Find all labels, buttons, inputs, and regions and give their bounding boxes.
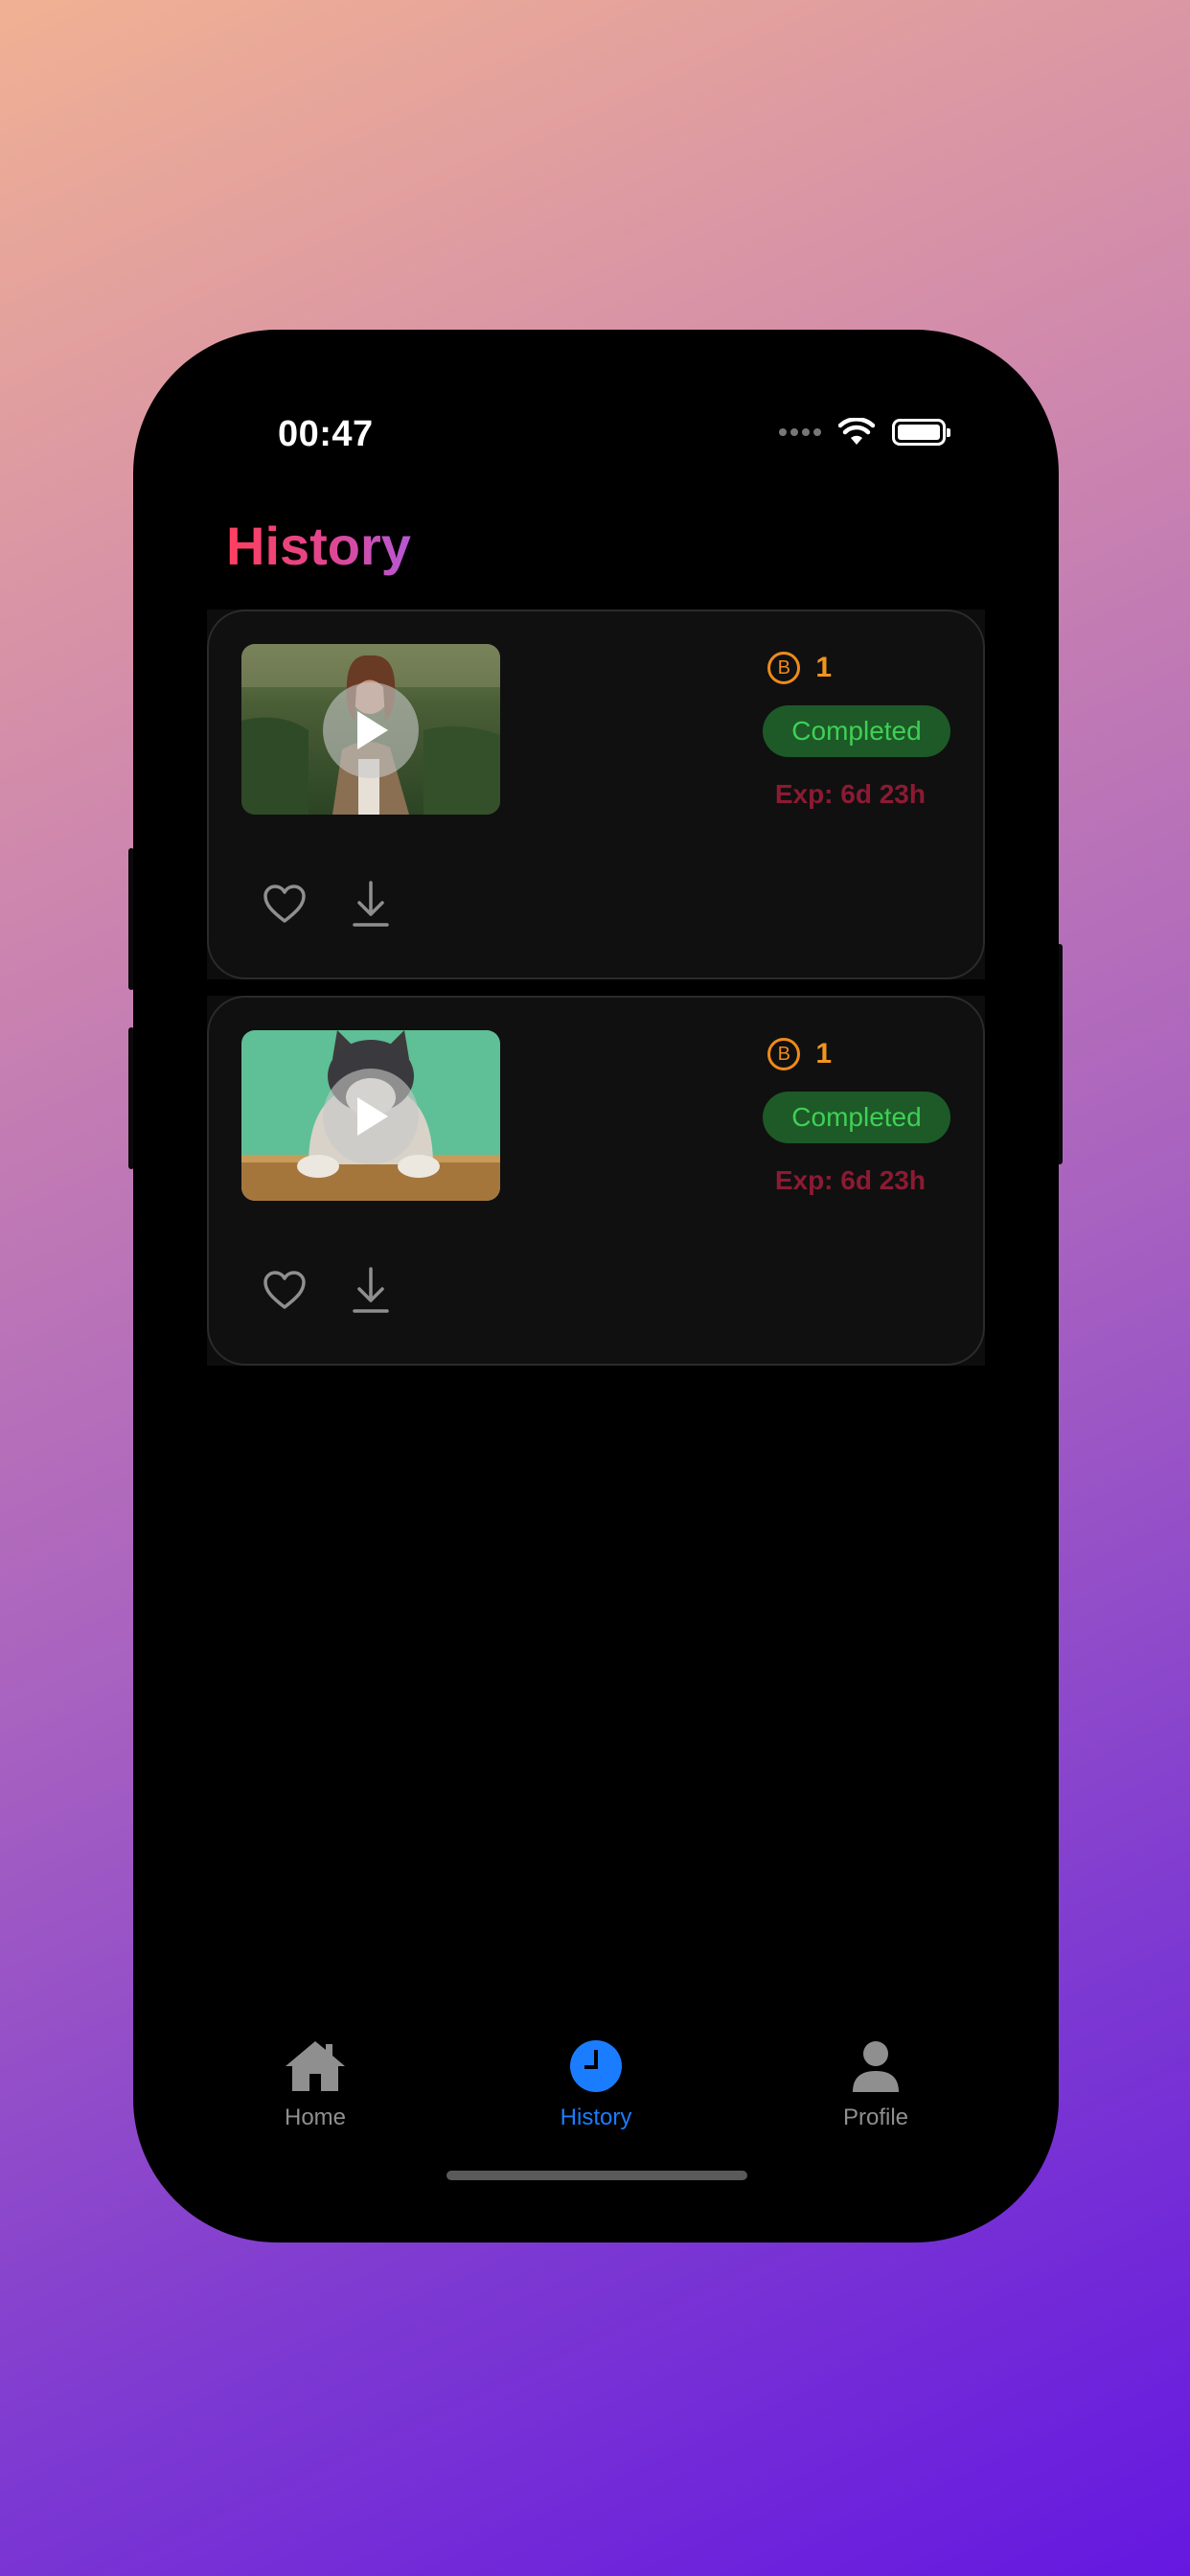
- phone-screen: 00:47 History B 1 Completed Exp: 6d 23h …: [133, 330, 1059, 2242]
- tab-history[interactable]: History: [500, 2037, 692, 2131]
- history-card[interactable]: B 1 Completed Exp: 6d 23h: [207, 996, 985, 1366]
- history-card-container: B 1 Completed Exp: 6d 23h: [207, 996, 985, 1366]
- tab-profile[interactable]: Profile: [780, 2037, 972, 2131]
- status-badge: Completed: [763, 705, 950, 757]
- tab-label: History: [560, 2104, 632, 2130]
- download-button[interactable]: [347, 1264, 395, 1316]
- house-icon: [286, 2041, 345, 2091]
- tab-home[interactable]: Home: [219, 2037, 411, 2131]
- tab-label: Profile: [842, 2104, 909, 2130]
- video-thumbnail[interactable]: [241, 644, 500, 815]
- status-time: 00:47: [278, 414, 374, 454]
- tab-label: Home: [284, 2104, 347, 2130]
- coin-cost: B 1: [767, 652, 832, 684]
- play-button[interactable]: [323, 682, 419, 778]
- battery-icon: [892, 419, 950, 446]
- download-icon: [353, 1267, 389, 1313]
- coin-icon: B: [767, 1038, 801, 1070]
- heart-icon: [263, 885, 306, 923]
- like-button[interactable]: [261, 880, 309, 928]
- coin-cost: B 1: [767, 1038, 832, 1070]
- coin-count: 1: [815, 652, 832, 683]
- clock-icon: [570, 2040, 622, 2092]
- status-badge: Completed: [763, 1092, 950, 1143]
- video-thumbnail[interactable]: [241, 1030, 500, 1201]
- person-icon: [853, 2041, 899, 2092]
- play-icon: [357, 711, 388, 749]
- expiry-text: Exp: 6d 23h: [774, 779, 926, 809]
- history-list: B 1 Completed Exp: 6d 23h B 1 Completed …: [207, 610, 985, 1382]
- history-card[interactable]: B 1 Completed Exp: 6d 23h: [207, 610, 985, 979]
- download-button[interactable]: [347, 878, 395, 930]
- status-indicators: [779, 418, 950, 447]
- download-icon: [353, 881, 389, 927]
- heart-icon: [263, 1271, 306, 1309]
- wifi-icon: [838, 418, 875, 445]
- coin-count: 1: [815, 1038, 832, 1070]
- like-button[interactable]: [261, 1266, 309, 1314]
- page-title: History: [226, 516, 411, 576]
- expiry-text: Exp: 6d 23h: [774, 1165, 926, 1195]
- play-icon: [357, 1097, 388, 1136]
- play-button[interactable]: [323, 1069, 419, 1164]
- tab-bar: Home History Profile: [133, 2037, 1059, 2143]
- home-indicator[interactable]: [446, 2171, 747, 2180]
- coin-icon: B: [767, 652, 801, 684]
- cellular-signal-icon: [779, 428, 821, 436]
- history-card-container: B 1 Completed Exp: 6d 23h: [207, 610, 985, 979]
